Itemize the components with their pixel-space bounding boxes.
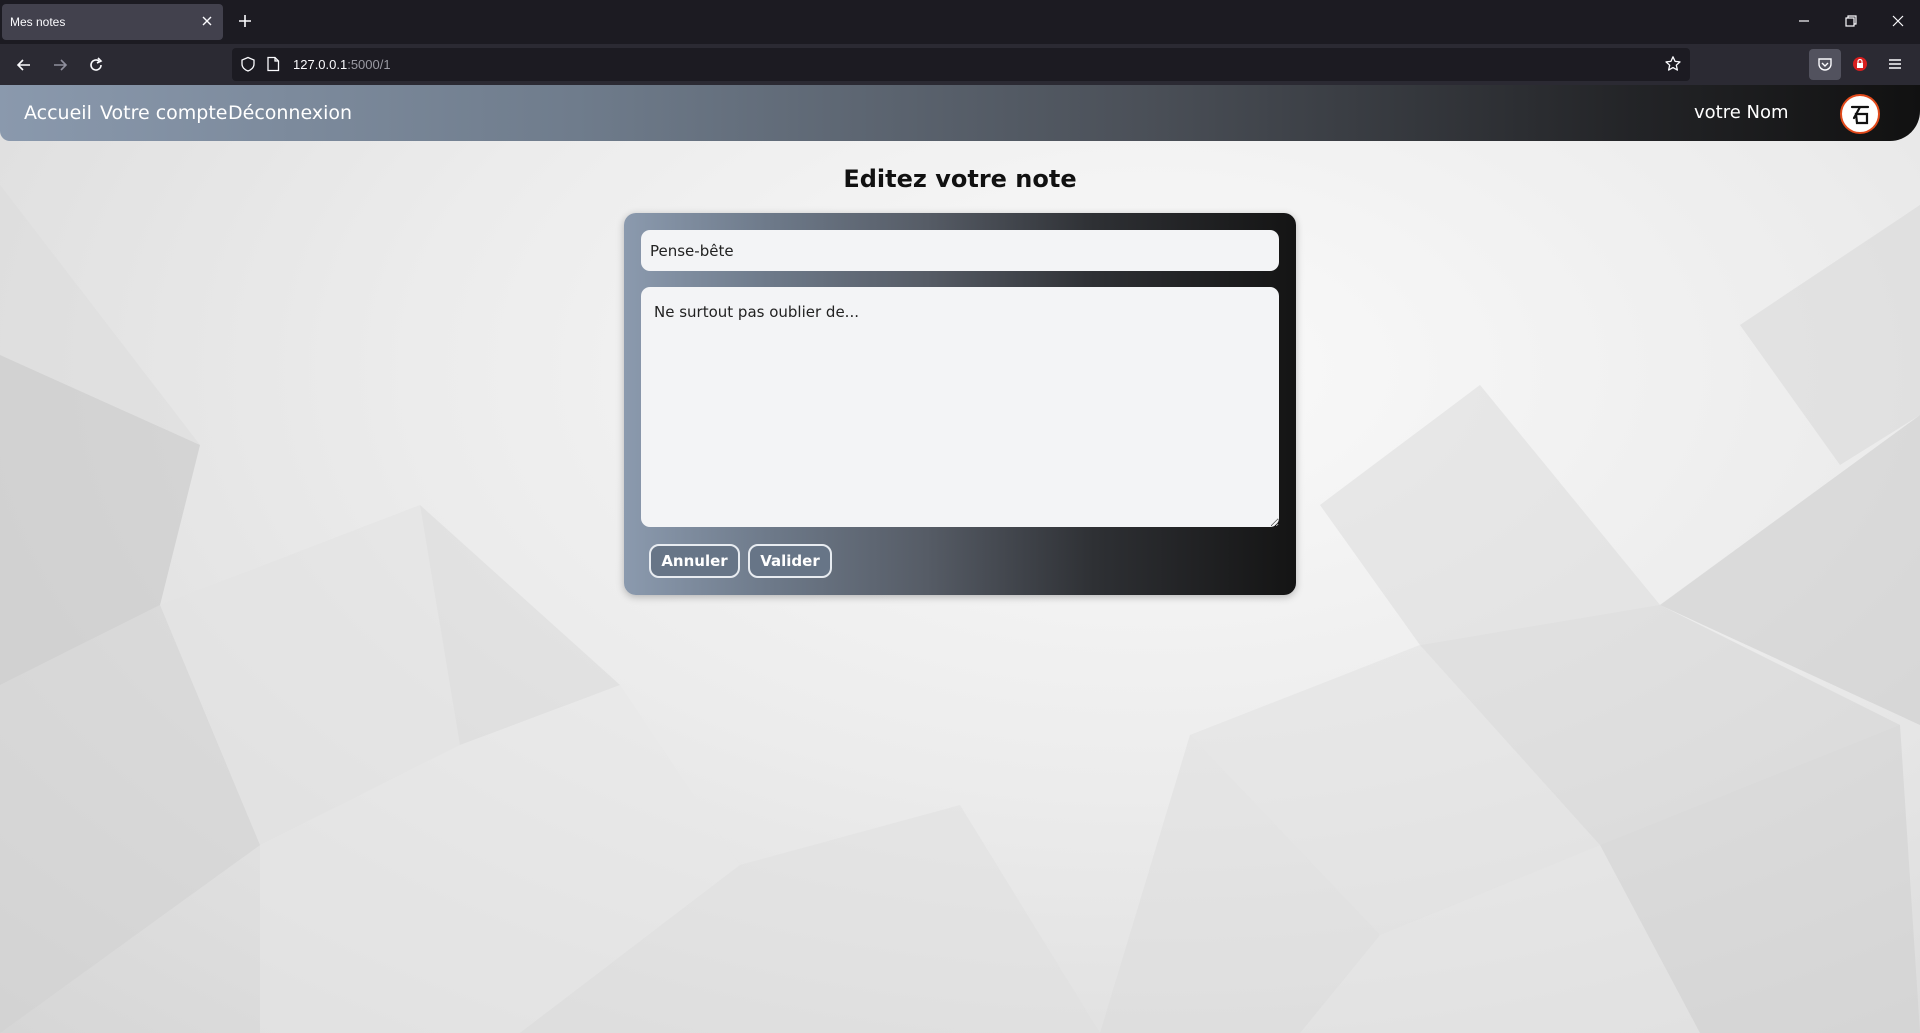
pocket-icon[interactable] — [1816, 55, 1834, 73]
logo-avatar-icon — [1850, 105, 1870, 125]
restore-icon[interactable] — [1842, 12, 1860, 30]
note-edit-form: Ne surtout pas oublier de... Annuler Val… — [624, 213, 1296, 595]
url-bar[interactable]: 127.0.0.1:5000/1 — [232, 48, 1690, 81]
arrow-right-icon[interactable] — [50, 55, 70, 75]
shield-icon[interactable] — [240, 56, 256, 72]
page-title: Editez votre note — [843, 165, 1077, 193]
avatar[interactable] — [1840, 94, 1880, 134]
nav-link-account[interactable]: Votre compte — [100, 102, 228, 124]
url-text[interactable]: 127.0.0.1:5000/1 — [293, 57, 391, 72]
nav-link-home[interactable]: Accueil — [24, 102, 92, 124]
note-title-input[interactable] — [641, 230, 1279, 271]
arrow-left-icon[interactable] — [14, 55, 34, 75]
submit-button[interactable]: Valider — [748, 544, 832, 578]
extension-icon[interactable] — [1851, 55, 1869, 73]
cancel-button[interactable]: Annuler — [649, 544, 740, 578]
browser-toolbar: 127.0.0.1:5000/1 — [0, 44, 1920, 85]
hamburger-menu-icon[interactable] — [1886, 55, 1904, 73]
close-icon[interactable] — [199, 13, 215, 29]
minimize-icon[interactable] — [1795, 12, 1813, 30]
star-icon[interactable] — [1664, 55, 1682, 73]
plus-icon[interactable] — [236, 12, 254, 30]
page-icon[interactable] — [266, 56, 280, 72]
window-close-icon[interactable] — [1889, 12, 1907, 30]
tab-title: Mes notes — [10, 15, 66, 29]
reload-icon[interactable] — [86, 55, 106, 75]
note-body-textarea[interactable]: Ne surtout pas oublier de... — [641, 287, 1279, 527]
nav-link-logout[interactable]: Déconnexion — [228, 102, 352, 124]
site-navbar: Accueil Votre compte Déconnexion votre N… — [0, 85, 1920, 141]
browser-tab-bar: Mes notes — [0, 0, 1920, 44]
browser-tab[interactable]: Mes notes — [2, 4, 223, 40]
user-name: votre Nom — [1694, 102, 1789, 123]
page-viewport: Accueil Votre compte Déconnexion votre N… — [0, 85, 1920, 1033]
